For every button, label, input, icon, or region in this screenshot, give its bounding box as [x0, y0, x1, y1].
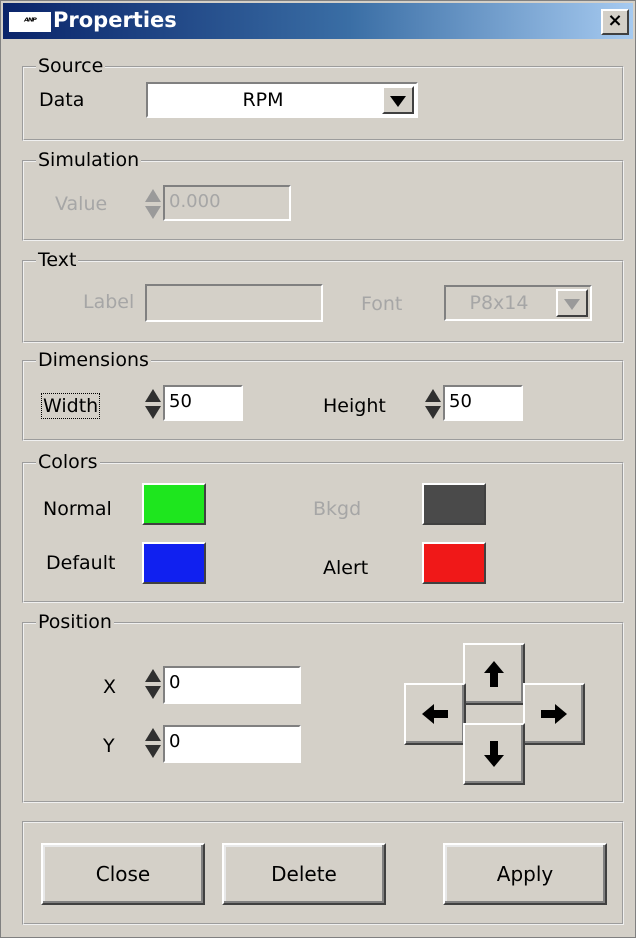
width-label: Width	[40, 393, 101, 419]
source-legend: Source	[38, 55, 104, 77]
default-color-swatch[interactable]	[142, 542, 206, 584]
move-left-button[interactable]	[404, 683, 466, 745]
text-legend: Text	[38, 249, 77, 271]
spin-up-icon	[145, 189, 161, 202]
spin-down-icon	[425, 406, 441, 419]
colors-group: Colors	[22, 453, 624, 603]
title-bar[interactable]: ᴬᴺᴾ Properties ×	[3, 3, 633, 39]
value-spinner[interactable]	[145, 187, 161, 223]
font-value: P8x14	[469, 292, 529, 314]
move-right-button[interactable]	[523, 683, 585, 745]
arrow-right-icon	[541, 704, 567, 724]
label-input[interactable]	[145, 284, 323, 322]
arrow-left-icon	[422, 704, 448, 724]
height-spinner[interactable]	[425, 387, 441, 423]
width-spinner[interactable]	[145, 387, 161, 423]
width-input[interactable]: 50	[163, 385, 243, 421]
colors-legend: Colors	[38, 451, 98, 473]
apply-button[interactable]: Apply	[443, 843, 607, 905]
normal-color-swatch[interactable]	[142, 483, 206, 525]
spin-up-icon	[145, 389, 161, 402]
data-source-value: RPM	[242, 89, 284, 111]
default-color-label: Default	[46, 552, 116, 574]
y-label: Y	[103, 735, 115, 757]
window-title: Properties	[53, 8, 177, 32]
data-source-dropdown[interactable]: RPM	[146, 82, 418, 118]
spin-down-icon	[145, 206, 161, 219]
simulation-value-input[interactable]: 0.000	[163, 185, 291, 221]
spin-down-icon	[145, 406, 161, 419]
alert-color-label: Alert	[323, 557, 369, 579]
normal-color-label: Normal	[43, 498, 112, 520]
font-dropdown-arrow-button[interactable]	[556, 289, 588, 317]
spin-down-icon	[145, 745, 161, 758]
x-input[interactable]: 0	[163, 666, 301, 704]
app-logo-icon: ᴬᴺᴾ	[9, 12, 51, 32]
position-legend: Position	[38, 611, 112, 633]
dropdown-arrow-button[interactable]	[382, 86, 414, 114]
label-label: Label	[83, 291, 135, 313]
height-label: Height	[323, 395, 386, 417]
font-label: Font	[361, 293, 403, 315]
y-input[interactable]: 0	[163, 725, 301, 763]
close-window-button[interactable]: ×	[601, 9, 629, 35]
spin-up-icon	[145, 669, 161, 682]
close-button[interactable]: Close	[41, 843, 205, 905]
arrow-up-icon	[484, 661, 504, 687]
font-dropdown[interactable]: P8x14	[444, 285, 592, 321]
spin-up-icon	[145, 728, 161, 741]
y-spinner[interactable]	[145, 726, 161, 762]
height-input[interactable]: 50	[443, 385, 523, 421]
simulation-legend: Simulation	[38, 149, 140, 171]
spin-up-icon	[425, 389, 441, 402]
dimensions-legend: Dimensions	[38, 349, 149, 371]
spin-down-icon	[145, 686, 161, 699]
bkgd-color-label: Bkgd	[313, 498, 362, 520]
value-label: Value	[55, 193, 108, 215]
close-icon: ×	[607, 10, 623, 31]
delete-button[interactable]: Delete	[222, 843, 386, 905]
x-spinner[interactable]	[145, 667, 161, 703]
chevron-down-icon	[564, 299, 580, 310]
move-up-button[interactable]	[463, 643, 525, 705]
alert-color-swatch[interactable]	[422, 542, 486, 584]
properties-dialog: ᴬᴺᴾ Properties × Source Data RPM Simulat…	[0, 0, 636, 938]
arrow-down-icon	[484, 741, 504, 767]
move-down-button[interactable]	[463, 723, 525, 785]
x-label: X	[103, 676, 117, 698]
bkgd-color-swatch[interactable]	[422, 483, 486, 525]
simulation-group: Simulation	[22, 151, 624, 241]
chevron-down-icon	[390, 96, 406, 107]
data-label: Data	[39, 89, 85, 111]
